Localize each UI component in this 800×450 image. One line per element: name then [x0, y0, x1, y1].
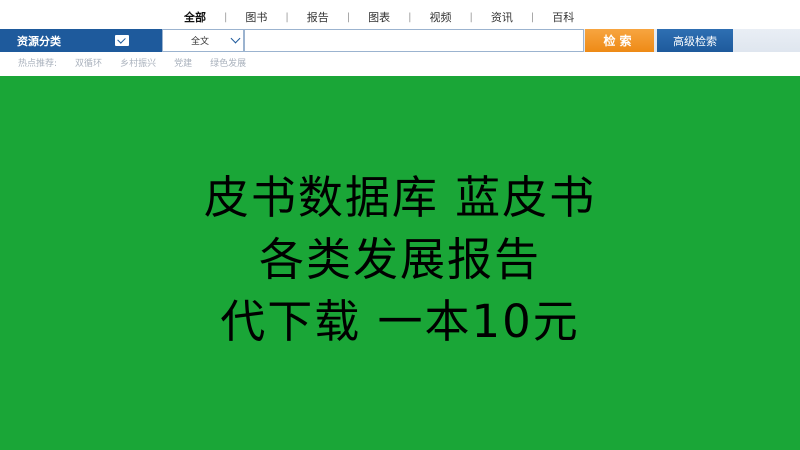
banner-line-1: 皮书数据库 蓝皮书 [203, 171, 597, 224]
hot-item[interactable]: 绿色发展 [210, 56, 246, 69]
hot-recommendations: 热点推荐: 双循环 乡村振兴 党建 绿色发展 [18, 55, 264, 69]
search-scope-select[interactable]: 全文 [162, 29, 244, 52]
tab-reports[interactable]: 报告 [303, 9, 333, 25]
banner-line-2: 各类发展报告 [258, 233, 541, 286]
tab-divider: | [408, 11, 412, 23]
search-button[interactable]: 检索 [585, 29, 654, 52]
tab-encyclopedia[interactable]: 百科 [548, 9, 578, 25]
hot-item[interactable]: 双循环 [75, 56, 102, 69]
chevron-down-icon [115, 35, 129, 46]
advanced-search-button[interactable]: 高级检索 [657, 29, 733, 52]
tab-divider: | [224, 11, 228, 23]
search-header: 全部 | 图书 | 报告 | 图表 | 视频 | 资讯 | 百科 资源分类 全文… [0, 0, 800, 76]
hot-item[interactable]: 乡村振兴 [120, 56, 156, 69]
search-input[interactable] [244, 29, 584, 52]
search-scope-value: 全文 [191, 37, 210, 47]
resource-category-label: 资源分类 [17, 34, 61, 48]
hot-label: 热点推荐: [18, 58, 58, 69]
search-bar: 资源分类 全文 检索 高级检索 [0, 29, 800, 52]
tab-divider: | [469, 11, 473, 23]
tab-videos[interactable]: 视频 [426, 9, 456, 25]
tab-divider: | [346, 11, 351, 23]
tab-divider: | [530, 11, 535, 23]
tab-books[interactable]: 图书 [241, 9, 271, 25]
tab-divider: | [285, 11, 289, 23]
tab-charts[interactable]: 图表 [364, 9, 394, 25]
hot-item[interactable]: 党建 [174, 56, 192, 69]
category-tabs: 全部 | 图书 | 报告 | 图表 | 视频 | 资讯 | 百科 [180, 8, 578, 26]
banner-line-3: 代下载 一本10元 [220, 295, 580, 348]
chevron-down-icon [230, 33, 241, 44]
tab-all[interactable]: 全部 [180, 9, 210, 25]
tab-news[interactable]: 资讯 [487, 9, 517, 25]
resource-category-dropdown[interactable]: 资源分类 [0, 29, 162, 52]
promo-banner: 皮书数据库 蓝皮书 各类发展报告 代下载 一本10元 [0, 76, 800, 450]
